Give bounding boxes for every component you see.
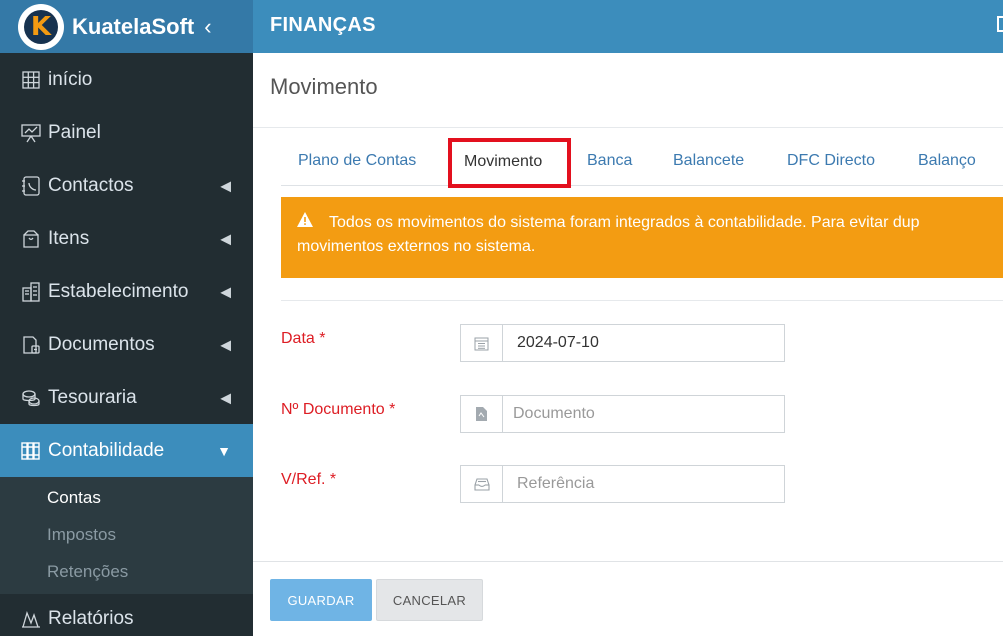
brand-name[interactable]: KuatelaSoft <box>72 14 194 40</box>
date-field[interactable]: 2024-07-10 <box>460 324 785 362</box>
sidebar-item-documentos[interactable]: Documentos ◀ <box>0 318 253 371</box>
reference-field[interactable]: Referência <box>460 465 785 503</box>
brand-logo[interactable]: K <box>18 3 64 50</box>
tab-dfc-directo[interactable]: DFC Directo <box>787 152 875 170</box>
brand-bar: K KuatelaSoft ‹ <box>0 0 253 53</box>
submenu-item-contas[interactable]: Contas <box>0 479 253 516</box>
chevron-left-icon: ◀ <box>220 230 231 246</box>
footer-divider <box>253 561 1003 562</box>
tab-balanco[interactable]: Balanço <box>918 152 976 170</box>
save-button[interactable]: GUARDAR <box>270 579 372 621</box>
sidebar-item-label: Relatórios <box>48 608 134 629</box>
submenu-item-retencoes[interactable]: Retenções <box>0 553 253 590</box>
sidebar-item-label: Contabilidade <box>48 439 165 461</box>
chevron-left-icon: ◀ <box>220 389 231 405</box>
chevron-left-icon: ◀ <box>220 283 231 299</box>
tab-plano-de-contas[interactable]: Plano de Contas <box>298 152 416 170</box>
submenu-item-impostos[interactable]: Impostos <box>0 516 253 553</box>
sidebar-item-estabelecimento[interactable]: Estabelecimento ◀ <box>0 265 253 318</box>
sidebar-item-contabilidade[interactable]: Contabilidade ▼ <box>0 424 253 477</box>
document-number-label: Nº Documento * <box>281 401 396 418</box>
sidebar-item-label: início <box>48 68 93 90</box>
alert-text-line1: Todos os movimentos do sistema foram int… <box>329 214 920 231</box>
document-input[interactable]: Documento <box>503 396 784 432</box>
sidebar-item-label: Painel <box>48 121 101 143</box>
box-icon <box>21 229 41 249</box>
tab-label: Movimento <box>464 153 543 170</box>
document-number-field[interactable]: Documento <box>460 395 785 433</box>
ledger-icon <box>21 441 41 461</box>
main-panel: Plano de Contas Movimento Banca Balancet… <box>253 128 1003 636</box>
date-label: Data * <box>281 330 326 347</box>
tab-balancete[interactable]: Balancete <box>673 152 744 170</box>
grid-icon <box>21 70 41 90</box>
sidebar-item-tesouraria[interactable]: Tesouraria ◀ <box>0 371 253 424</box>
sidebar-item-label: Documentos <box>48 333 155 355</box>
calendar-icon[interactable] <box>461 325 503 361</box>
documents-icon <box>21 335 41 355</box>
page-header: Movimento <box>253 53 1003 128</box>
calculator-icon[interactable] <box>997 16 1003 32</box>
reference-input[interactable]: Referência <box>503 466 784 502</box>
tab-movimento[interactable]: Movimento <box>448 138 571 188</box>
date-input[interactable]: 2024-07-10 <box>503 325 784 361</box>
sidebar-item-label: Itens <box>48 227 90 249</box>
cancel-button[interactable]: CANCELAR <box>376 579 483 621</box>
chevron-left-icon: ◀ <box>220 336 231 352</box>
sidebar: K KuatelaSoft ‹ início Painel Contactos … <box>0 0 253 636</box>
sidebar-item-inicio[interactable]: início <box>0 53 253 106</box>
sidebar-item-contactos[interactable]: Contactos ◀ <box>0 159 253 212</box>
chart-icon <box>21 609 41 629</box>
sidebar-item-relatorios[interactable]: Relatórios <box>0 594 253 636</box>
building-icon <box>21 281 41 302</box>
sidebar-item-label: Contactos <box>48 174 134 196</box>
module-title: FINANÇAS <box>270 14 376 36</box>
tab-banca[interactable]: Banca <box>587 152 632 170</box>
sidebar-toggle-icon[interactable]: ‹ <box>204 14 211 40</box>
tab-bar: Plano de Contas Movimento Banca Balancet… <box>281 138 1003 188</box>
sidebar-item-itens[interactable]: Itens ◀ <box>0 212 253 265</box>
sidebar-item-painel[interactable]: Painel <box>0 106 253 159</box>
top-header: FINANÇAS <box>253 0 1003 53</box>
warning-alert: Todos os movimentos do sistema foram int… <box>281 197 1003 278</box>
page-title: Movimento <box>270 74 378 99</box>
chevron-down-icon: ▼ <box>217 442 231 459</box>
coins-icon <box>21 388 41 408</box>
inbox-icon <box>461 466 503 502</box>
file-icon <box>461 396 503 432</box>
alert-text-line2: movimentos externos no sistema. <box>297 238 536 255</box>
chevron-left-icon: ◀ <box>220 177 231 193</box>
sidebar-item-label: Tesouraria <box>48 386 137 408</box>
reference-label: V/Ref. * <box>281 471 337 488</box>
warning-icon <box>297 211 315 235</box>
contacts-icon <box>21 175 41 196</box>
contabilidade-submenu: Contas Impostos Retenções <box>0 477 253 594</box>
divider <box>281 300 1003 301</box>
sidebar-item-label: Estabelecimento <box>48 280 189 302</box>
presentation-icon <box>21 123 41 143</box>
